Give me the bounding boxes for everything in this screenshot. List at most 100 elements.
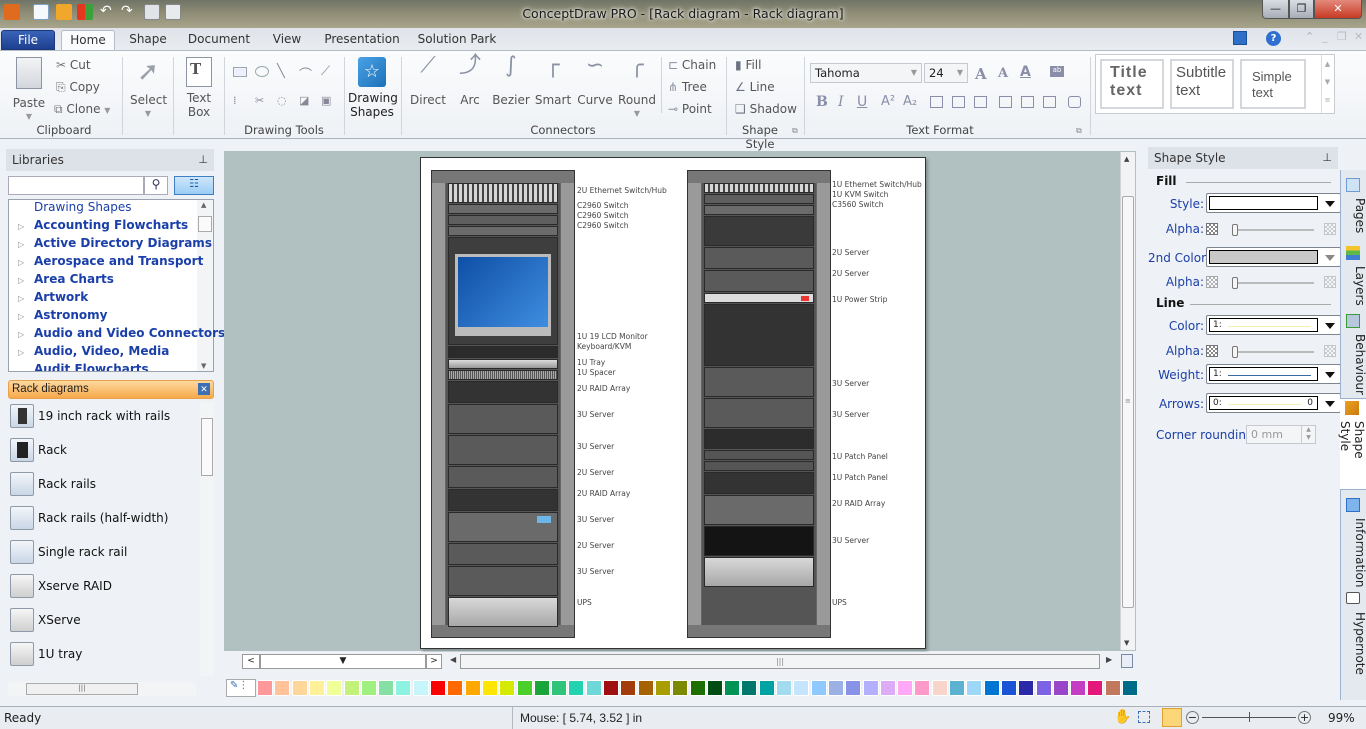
switch-device[interactable] — [448, 226, 558, 236]
slider-thumb[interactable] — [1232, 277, 1238, 289]
line-alpha-slider[interactable] — [1232, 351, 1314, 353]
rectangle-tool-icon[interactable] — [233, 67, 247, 77]
shrink-font-icon[interactable]: A — [998, 66, 1008, 81]
color-swatch[interactable] — [620, 680, 637, 696]
patch-panel[interactable] — [704, 461, 814, 471]
color-swatch[interactable] — [568, 680, 585, 696]
align-left-icon[interactable] — [930, 96, 943, 108]
tab-file[interactable]: File — [1, 30, 55, 50]
restore-button[interactable]: ❐ — [1289, 0, 1314, 19]
freehand-tool-icon[interactable]: ◌ — [277, 94, 290, 107]
tab-document[interactable]: Document — [184, 30, 254, 50]
tray[interactable] — [448, 359, 558, 369]
polyline-tool-icon[interactable]: ⟋ — [321, 64, 334, 79]
second-color-select[interactable] — [1206, 247, 1341, 267]
server[interactable] — [704, 247, 814, 269]
line-color-select[interactable]: 1: — [1206, 315, 1341, 335]
side-tab-information[interactable]: Information — [1341, 496, 1366, 588]
pin-icon[interactable]: ⊥ — [1322, 147, 1332, 169]
slider-thumb[interactable] — [1232, 224, 1238, 236]
fit-page-icon[interactable] — [1121, 654, 1133, 668]
color-swatch[interactable] — [879, 680, 896, 696]
color-swatch[interactable] — [966, 680, 983, 696]
library-tree-item[interactable]: Audit Flowcharts — [34, 362, 149, 371]
library-tree-item[interactable]: Area Charts — [34, 272, 114, 286]
color-swatch[interactable] — [810, 680, 827, 696]
color-swatch[interactable] — [274, 680, 291, 696]
shapes-scrollbar[interactable] — [200, 402, 214, 676]
zoom-in-icon[interactable]: + — [1298, 711, 1311, 724]
kvm-switch[interactable] — [704, 194, 814, 204]
tree-scrollbar[interactable]: ▲ ▼ — [197, 200, 213, 371]
drawing-shapes-button[interactable]: ☆ Drawing Shapes — [348, 57, 398, 119]
server[interactable] — [704, 495, 814, 525]
color-swatch[interactable] — [516, 680, 533, 696]
zoom-area-icon[interactable] — [1138, 711, 1150, 723]
library-tree-item[interactable]: Accounting Flowcharts — [34, 218, 188, 232]
side-tab-shape-style[interactable]: Shape Style — [1338, 398, 1366, 490]
fill-button[interactable]: ▮ Fill — [735, 58, 761, 72]
open-library-header[interactable]: Rack diagrams ✕ — [8, 380, 214, 399]
tree-button[interactable]: ⋔ Tree — [668, 80, 707, 94]
color-swatch[interactable] — [914, 680, 931, 696]
connector-round-button[interactable]: ╭ Round ▼ — [617, 55, 657, 121]
pin-icon[interactable]: ⊥ — [198, 149, 208, 171]
italic-icon[interactable]: I — [838, 94, 844, 110]
color-swatch[interactable] — [1052, 680, 1069, 696]
library-tree-item[interactable]: Artwork — [34, 290, 88, 304]
color-swatch[interactable] — [724, 680, 741, 696]
doc-close-icon[interactable]: ✕ — [1354, 30, 1363, 43]
tree-view-toggle-icon[interactable]: ☷ — [174, 176, 214, 195]
side-tab-layers[interactable]: Layers — [1341, 244, 1366, 310]
clone-button[interactable]: ⧉ Clone ▼ — [54, 102, 110, 118]
tab-presentation[interactable]: Presentation — [320, 30, 404, 50]
color-swatch[interactable] — [291, 680, 308, 696]
library-tree-item[interactable]: Aerospace and Transport — [34, 254, 203, 268]
highlight-icon[interactable]: ab — [1050, 66, 1064, 77]
server[interactable] — [448, 543, 558, 565]
color-swatch[interactable] — [1035, 680, 1052, 696]
expand-icon[interactable]: ▷ — [18, 276, 24, 285]
spacer[interactable] — [448, 370, 558, 380]
ups[interactable] — [704, 557, 814, 587]
expand-icon[interactable]: ▷ — [18, 348, 24, 357]
text-style-simple[interactable]: Simple text — [1240, 59, 1306, 109]
zoom-slider-thumb[interactable] — [1248, 712, 1250, 722]
tab-solution-park[interactable]: Solution Park — [414, 30, 500, 50]
arc-tool-icon[interactable]: ⌒ — [299, 64, 312, 83]
color-swatch[interactable] — [827, 680, 844, 696]
ups[interactable] — [448, 597, 558, 627]
collapse-ribbon-icon[interactable]: ⌃ — [1305, 30, 1314, 43]
color-swatch[interactable] — [308, 680, 325, 696]
line-button[interactable]: ∠ Line — [735, 80, 775, 94]
color-swatch[interactable] — [776, 680, 792, 696]
color-swatch[interactable] — [654, 680, 671, 696]
server[interactable] — [448, 466, 558, 488]
side-tab-pages[interactable]: Pages — [1341, 176, 1366, 240]
minimize-button[interactable]: — — [1262, 0, 1289, 19]
select-button[interactable]: ➚ Select ▼ — [130, 57, 167, 121]
color-swatch[interactable] — [360, 680, 377, 696]
switch-device[interactable] — [704, 205, 814, 215]
spinner-icon[interactable]: ▲ ▼ — [1301, 426, 1315, 443]
point-button[interactable]: ⊸ Point — [668, 102, 712, 116]
side-tab-behaviour[interactable]: Behaviour — [1341, 312, 1366, 395]
subscript-icon[interactable]: A₂ — [903, 94, 917, 109]
grow-font-icon[interactable]: A — [975, 65, 987, 83]
color-swatch[interactable] — [949, 680, 965, 696]
side-tab-hypernote[interactable]: Hypernote — [1341, 590, 1366, 680]
switch-device[interactable] — [448, 215, 558, 225]
server[interactable] — [448, 435, 558, 465]
color-swatch[interactable] — [378, 680, 395, 696]
expand-icon[interactable]: ▷ — [18, 294, 24, 303]
raid-array[interactable] — [704, 472, 814, 494]
expand-icon[interactable]: ▷ — [18, 330, 24, 339]
keyboard-kvm[interactable] — [448, 346, 558, 358]
color-swatch[interactable] — [430, 680, 446, 696]
color-swatch[interactable] — [1070, 680, 1087, 696]
gallery-scroll[interactable]: ▲ ▼ ≡ — [1321, 55, 1333, 113]
color-swatch[interactable] — [533, 680, 550, 696]
connector-arc-button[interactable]: ⤴ Arc — [452, 55, 488, 108]
library-tree-item[interactable]: Drawing Shapes — [34, 200, 132, 214]
fill-alpha-slider[interactable] — [1232, 229, 1314, 231]
